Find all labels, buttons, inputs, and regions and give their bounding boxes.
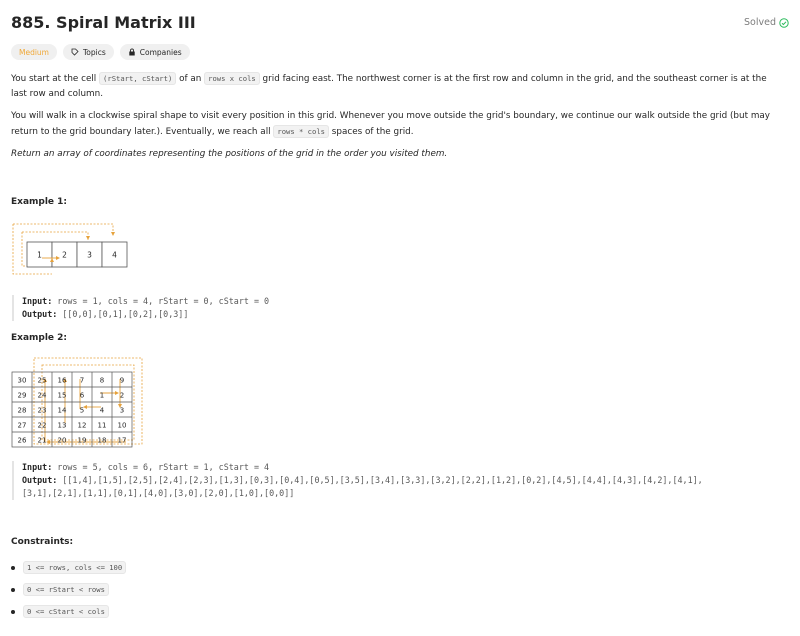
constraint-item: 0 <= cStart < cols <box>11 605 109 618</box>
bullet-dot <box>11 565 15 570</box>
example-1-diagram: 1 2 3 4 <box>12 223 128 275</box>
solved-status: Solved <box>744 17 789 28</box>
companies-label: Companies <box>139 47 182 57</box>
grid-cell: 12 <box>78 422 87 430</box>
check-circle-icon <box>779 17 789 28</box>
output-value: [[1,4],[1,5],[2,5],[2,4],[2,3],[1,3],[0,… <box>22 475 703 498</box>
grid-cell: 29 <box>18 392 27 400</box>
grid-cell: 11 <box>98 422 107 430</box>
description-paragraph-1: You start at the cell (rStart, cStart) o… <box>11 71 781 102</box>
constraint-code: 0 <= rStart < rows <box>23 583 109 596</box>
topics-button[interactable]: Topics <box>63 44 114 60</box>
grid-cell: 28 <box>18 407 27 415</box>
grid-cell: 19 <box>78 437 87 445</box>
grid-cell: 24 <box>38 392 47 400</box>
grid-cell: 13 <box>58 422 67 430</box>
grid-cell: 27 <box>18 422 27 430</box>
constraint-code: 0 <= cStart < cols <box>23 605 109 618</box>
example-1-io: Input: rows = 1, cols = 4, rStart = 0, c… <box>12 295 269 321</box>
constraint-item: 0 <= rStart < rows <box>11 583 109 596</box>
grid-cell: 21 <box>38 437 47 445</box>
grid-cell: 1 <box>100 392 104 400</box>
input-label: Input: <box>22 296 53 306</box>
grid-cell: 4 <box>112 251 117 260</box>
constraints-heading: Constraints: <box>11 537 74 547</box>
grid-cell: 6 <box>80 392 85 400</box>
grid-cell: 23 <box>38 407 47 415</box>
grid-cell: 15 <box>58 392 67 400</box>
description-paragraph-2: You will walk in a clockwise spiral shap… <box>11 109 781 140</box>
grid-cell: 2 <box>120 392 124 400</box>
text: spaces of the grid. <box>329 127 414 137</box>
solved-label: Solved <box>744 17 776 28</box>
grid-cell: 3 <box>120 407 124 415</box>
inline-code: rows * cols <box>273 125 329 138</box>
topics-label: Topics <box>83 47 106 57</box>
example-2-diagram: 30 25 16 7 8 929 24 15 6 1 228 23 14 5 4 327 22 13 12 11 102… <box>11 357 143 448</box>
grid-cell: 1 <box>37 251 42 260</box>
text: of an <box>176 74 205 84</box>
difficulty-label: Medium <box>19 47 49 57</box>
grid-cell: 16 <box>58 377 67 385</box>
grid-cell: 17 <box>118 437 127 445</box>
output-value: [[0,0],[0,1],[0,2],[0,3]] <box>57 309 189 319</box>
grid-cell: 14 <box>58 407 67 415</box>
lock-icon <box>129 48 135 56</box>
description-paragraph-3: Return an array of coordinates represent… <box>11 149 448 159</box>
grid-cell: 3 <box>87 251 92 260</box>
constraint-item: 1 <= rows, cols <= 100 <box>11 561 127 574</box>
grid-cell: 20 <box>58 437 67 445</box>
example-2-io: Input: rows = 5, cols = 6, rStart = 1, c… <box>12 461 703 500</box>
input-label: Input: <box>22 462 53 472</box>
grid-cell: 8 <box>100 377 104 385</box>
grid-cell: 26 <box>18 437 27 445</box>
example-2-grid <box>11 371 133 448</box>
bullet-dot <box>11 587 15 592</box>
example-1-heading: Example 1: <box>11 197 68 207</box>
bullet-dot <box>11 609 15 614</box>
grid-cell: 4 <box>100 407 105 415</box>
inline-code: (rStart, cStart) <box>99 72 177 85</box>
example-2-heading: Example 2: <box>11 333 68 343</box>
grid-cell: 7 <box>80 377 84 385</box>
grid-cell: 22 <box>38 422 47 430</box>
inline-code: rows x cols <box>204 72 260 85</box>
grid-cell: 9 <box>120 377 124 385</box>
text: You start at the cell <box>11 74 100 84</box>
input-value: rows = 1, cols = 4, rStart = 0, cStart =… <box>52 296 270 306</box>
tag-icon <box>71 48 79 56</box>
grid-cell: 18 <box>98 437 107 445</box>
difficulty-badge: Medium <box>11 44 57 60</box>
companies-button[interactable]: Companies <box>119 44 190 60</box>
output-label: Output: <box>22 475 58 485</box>
tag-row: Medium Topics Companies <box>11 44 190 60</box>
grid-cell: 2 <box>62 251 67 260</box>
grid-cell: 5 <box>80 407 84 415</box>
problem-title: 885. Spiral Matrix III <box>11 13 196 32</box>
grid-cell: 10 <box>118 422 127 430</box>
input-value: rows = 5, cols = 6, rStart = 1, cStart =… <box>52 462 270 472</box>
grid-cell: 30 <box>18 377 27 385</box>
output-label: Output: <box>22 309 58 319</box>
constraint-code: 1 <= rows, cols <= 100 <box>23 561 127 574</box>
grid-cell: 25 <box>38 377 47 385</box>
